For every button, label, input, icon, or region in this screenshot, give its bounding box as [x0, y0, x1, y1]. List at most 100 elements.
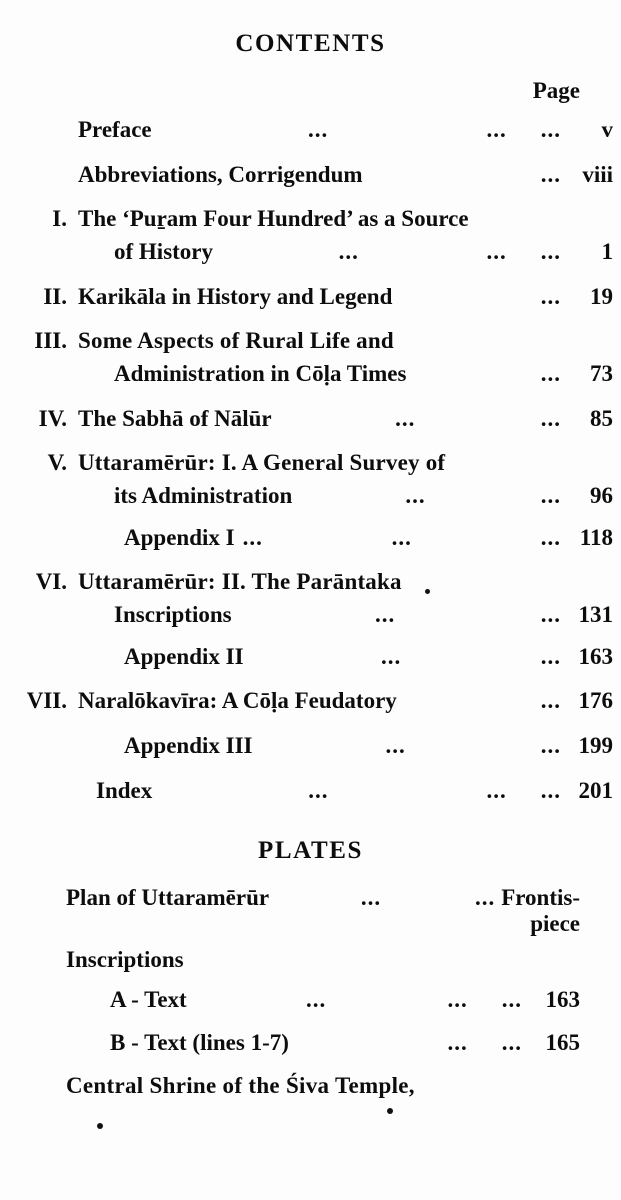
- leader-dots: ...: [385, 732, 406, 758]
- plate-row-plan[interactable]: Plan of Uttaramērūr ... ... Frontis-: [0, 881, 621, 914]
- toc-entry-page: viii: [582, 161, 614, 187]
- toc-entry-label-line1: Uttaramērūr: I. A General Survey of: [78, 450, 446, 476]
- leader-dots: ...: [540, 524, 562, 550]
- toc-entry-label-line2: Administration in Cōḷa Times: [114, 360, 407, 386]
- toc-entry-label-line1: The ‘Puṟam Four Hundred’ as a Source: [78, 206, 469, 232]
- toc-entry-chapter-5[interactable]: V. Uttaramērūr: I. A General Survey of i…: [0, 447, 621, 512]
- leader-dots: ...: [447, 986, 468, 1012]
- toc-entry-page: 163: [578, 643, 614, 669]
- toc-entry-appendix-3[interactable]: Appendix III ... ... 199: [0, 730, 621, 763]
- leader-dots: ...: [540, 482, 561, 508]
- leader-dots: ...: [447, 1029, 468, 1055]
- toc-entry-preface[interactable]: Preface ... ... ... v: [0, 114, 621, 147]
- chapter-numeral: V.: [47, 450, 67, 476]
- leader-dots: ...: [381, 643, 402, 669]
- plates-list: Plan of Uttaramērūr ... ... Frontis- pie…: [0, 881, 621, 1099]
- toc-entry-label-line2: its Administration: [114, 482, 293, 508]
- page-column-header: Page: [532, 78, 580, 103]
- toc-entry-page: 85: [590, 405, 613, 431]
- leader-dots: ...: [307, 117, 329, 142]
- plate-row-central-shrine[interactable]: Central Shrine of the Śiva Temple,: [0, 1073, 621, 1099]
- chapter-numeral: III.: [34, 328, 67, 354]
- leader-dots: ...: [540, 405, 561, 431]
- plate-label: A - Text: [110, 986, 187, 1012]
- toc-entry-page: 131: [578, 601, 614, 627]
- leader-dots: ...: [360, 885, 382, 911]
- scan-speck: [97, 1123, 103, 1129]
- toc-entry-appendix-1[interactable]: Appendix I ... ... ... 118: [0, 522, 621, 555]
- toc-entry-label-line2: Inscriptions: [114, 601, 232, 627]
- toc-entry-label: Appendix I: [124, 524, 235, 550]
- toc-entry-label: Appendix III: [124, 732, 253, 758]
- toc-entry-label: Preface: [78, 117, 152, 142]
- contents-page: CONTENTS Page Preface ... ... ... v Abbr…: [0, 0, 621, 1200]
- leader-dots: ...: [540, 238, 562, 264]
- toc-entry-chapter-4[interactable]: IV. The Sabhā of Nālūr ... ... 85: [0, 403, 621, 436]
- leader-dots: ...: [474, 885, 496, 911]
- toc-entry-appendix-2[interactable]: Appendix II ... ... 163: [0, 641, 621, 674]
- toc-entry-abbreviations[interactable]: Abbreviations, Corrigendum ... viii: [0, 159, 621, 192]
- leader-dots: ...: [308, 777, 329, 803]
- leader-dots: ...: [501, 986, 522, 1012]
- leader-dots: ...: [540, 643, 561, 669]
- chapter-numeral: I.: [52, 206, 67, 232]
- toc-entry-page: 176: [578, 688, 614, 714]
- chapter-numeral: IV.: [38, 405, 67, 431]
- plates-heading: PLATES: [258, 837, 363, 865]
- toc-entry-label: Index: [96, 777, 153, 803]
- toc-entry-label-line1: Uttaramērūr: II. The Parāntaka: [78, 569, 402, 595]
- plate-page: 165: [545, 1029, 581, 1055]
- leader-dots: ...: [375, 601, 396, 627]
- plate-page: Frontis-: [501, 885, 580, 911]
- toc-entry-page: 201: [578, 777, 614, 803]
- chapter-numeral: II.: [43, 283, 67, 309]
- table-of-contents: Preface ... ... ... v Abbreviations, Cor…: [0, 114, 621, 807]
- toc-entry-chapter-1[interactable]: I. The ‘Puṟam Four Hundred’ as a Source …: [0, 203, 621, 268]
- plate-row-a-text[interactable]: A - Text ... ... ... 163: [0, 983, 621, 1016]
- toc-entry-label: Appendix II: [124, 643, 244, 669]
- page-column-header-row: Page: [0, 78, 621, 112]
- toc-entry-chapter-2[interactable]: II. Karikāla in History and Legend ... 1…: [0, 281, 621, 314]
- toc-entry-index[interactable]: Index ... ... ... 201: [0, 775, 621, 808]
- leader-dots: ...: [486, 117, 507, 142]
- chapter-numeral: VII.: [26, 688, 67, 714]
- toc-entry-label-line1: The Sabhā of Nālūr: [78, 405, 272, 431]
- toc-entry-chapter-3[interactable]: III. Some Aspects of Rural Life and Admi…: [0, 325, 621, 390]
- toc-entry-label-line1: Some Aspects of Rural Life and: [78, 328, 394, 354]
- toc-entry-label-line1: Naralōkavīra: A Cōḷa Feudatory: [78, 688, 397, 714]
- leader-dots: ...: [540, 732, 562, 758]
- toc-entry-page: v: [601, 117, 614, 142]
- leader-dots: ...: [391, 524, 412, 550]
- plate-row-b-text[interactable]: B - Text (lines 1-7) ... ... 165: [0, 1026, 621, 1059]
- scan-speck: [425, 589, 430, 594]
- plate-label: Plan of Uttaramērūr: [66, 885, 270, 911]
- toc-entry-page: 19: [590, 283, 613, 309]
- toc-entry-label: Abbreviations, Corrigendum: [78, 161, 363, 187]
- toc-entry-chapter-7[interactable]: VII. Naralōkavīra: A Cōḷa Feudatory ... …: [0, 685, 621, 718]
- chapter-numeral: VI.: [35, 569, 67, 595]
- toc-entry-label-line1: Karikāla in History and Legend: [78, 283, 393, 309]
- leader-dots: ...: [540, 360, 561, 386]
- leader-dots: ...: [305, 986, 327, 1012]
- leader-dots: ...: [540, 283, 561, 309]
- leader-dots: ...: [405, 482, 426, 508]
- leader-dots: ...: [338, 238, 359, 264]
- plate-group-inscriptions: Inscriptions: [66, 946, 184, 972]
- leader-dots: ...: [540, 117, 562, 142]
- toc-entry-page: 96: [590, 482, 613, 508]
- leader-dots: ...: [486, 238, 507, 264]
- leader-dots: ...: [540, 777, 561, 803]
- leader-dots: ...: [540, 601, 561, 627]
- toc-entry-chapter-6[interactable]: VI. Uttaramērūr: II. The Parāntaka Inscr…: [0, 566, 621, 631]
- scan-speck: [387, 1108, 393, 1114]
- contents-heading: CONTENTS: [235, 30, 386, 57]
- leader-dots: ...: [540, 688, 561, 714]
- toc-entry-page: 1: [601, 238, 614, 264]
- leader-dots: ...: [242, 524, 263, 550]
- toc-entry-page: 199: [578, 732, 614, 758]
- leader-dots: ...: [540, 161, 562, 187]
- plate-page: 163: [545, 986, 581, 1012]
- leader-dots: ...: [486, 777, 507, 803]
- toc-entry-label-line2: of History: [114, 238, 214, 264]
- toc-entry-page: 118: [579, 524, 614, 550]
